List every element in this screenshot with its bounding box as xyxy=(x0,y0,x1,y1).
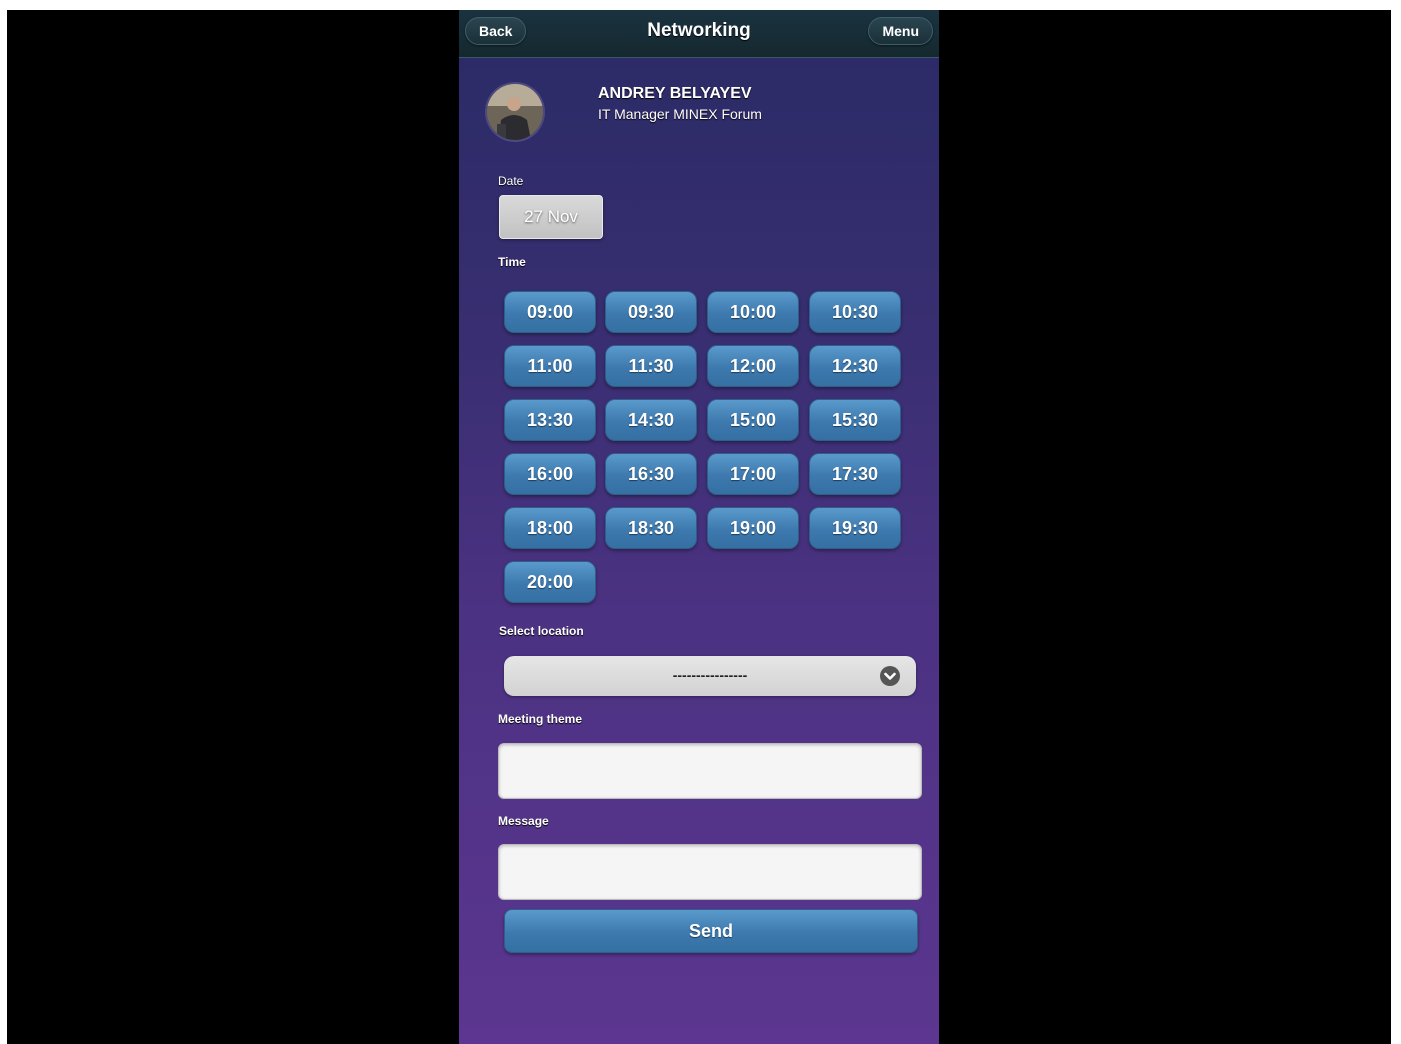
time-slot-button[interactable]: 19:30 xyxy=(809,507,901,549)
time-slot-button[interactable]: 09:30 xyxy=(605,291,697,333)
menu-button[interactable]: Menu xyxy=(868,17,933,45)
person-photo-icon xyxy=(487,84,543,140)
chevron-down-icon xyxy=(880,666,900,686)
time-slot-button[interactable]: 18:00 xyxy=(504,507,596,549)
time-slot-button[interactable]: 17:00 xyxy=(707,453,799,495)
message-label: Message xyxy=(498,814,549,828)
time-slot-button[interactable]: 16:30 xyxy=(605,453,697,495)
profile-name: ANDREY BELYAYEV xyxy=(598,85,752,102)
profile-position: IT Manager MINEX Forum xyxy=(598,106,762,122)
time-slot-button[interactable]: 12:30 xyxy=(809,345,901,387)
time-slot-button[interactable]: 12:00 xyxy=(707,345,799,387)
avatar xyxy=(487,84,543,140)
time-slot-button[interactable]: 14:30 xyxy=(605,399,697,441)
date-selector-button[interactable]: 27 Nov xyxy=(499,195,603,239)
location-selected-value: ---------------- xyxy=(672,667,748,683)
time-slot-button[interactable]: 11:30 xyxy=(605,345,697,387)
time-slot-button[interactable]: 17:30 xyxy=(809,453,901,495)
time-slot-button[interactable]: 15:00 xyxy=(707,399,799,441)
time-slot-button[interactable]: 11:00 xyxy=(504,345,596,387)
meeting-theme-label: Meeting theme xyxy=(498,712,583,726)
time-slot-button[interactable]: 19:00 xyxy=(707,507,799,549)
time-slot-button[interactable]: 18:30 xyxy=(605,507,697,549)
time-slot-button[interactable]: 20:00 xyxy=(504,561,596,603)
time-slot-button[interactable]: 16:00 xyxy=(504,453,596,495)
date-label: Date xyxy=(498,174,524,188)
app-screen: Back Networking Menu ANDREY BELYAYEV IT … xyxy=(459,10,939,1044)
time-slot-button[interactable]: 10:00 xyxy=(707,291,799,333)
page-title: Networking xyxy=(647,20,751,41)
location-label: Select location xyxy=(499,624,584,638)
header-bar: Back Networking Menu xyxy=(459,10,939,58)
time-slot-button[interactable]: 15:30 xyxy=(809,399,901,441)
time-slot-button[interactable]: 09:00 xyxy=(504,291,596,333)
time-label: Time xyxy=(498,255,526,269)
meeting-theme-input[interactable] xyxy=(498,743,922,799)
send-button[interactable]: Send xyxy=(504,909,918,953)
location-select[interactable]: ---------------- xyxy=(504,656,916,696)
message-input[interactable] xyxy=(498,844,922,900)
time-slot-button[interactable]: 10:30 xyxy=(809,291,901,333)
time-slot-button[interactable]: 13:30 xyxy=(504,399,596,441)
